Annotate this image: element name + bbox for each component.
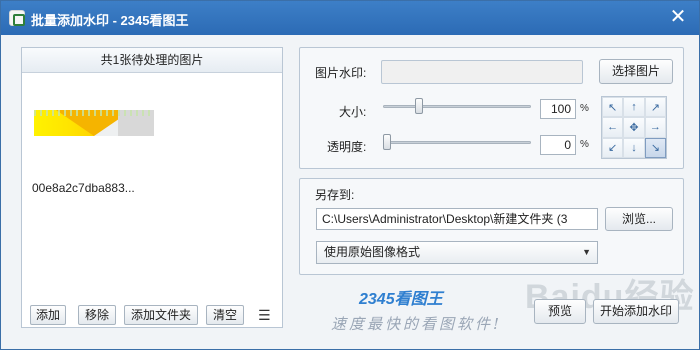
save-path-field[interactable]: C:\Users\Administrator\Desktop\新建文件夹 (3 [316, 208, 598, 230]
preview-button[interactable]: 预览 [534, 299, 586, 324]
add-folder-button[interactable]: 添加文件夹 [124, 305, 198, 325]
file-list-header: 共1张待处理的图片 [22, 48, 282, 73]
position-cell-4-icon[interactable]: ← [602, 117, 624, 138]
close-icon[interactable]: ✕ [667, 6, 689, 28]
brand-logo: 2345看图王 [359, 291, 443, 308]
size-input[interactable]: 100 [540, 99, 576, 119]
position-cell-7-icon[interactable]: ↙ [602, 137, 624, 158]
brand-slogan: 速度最快的看图软件! [331, 315, 503, 333]
select-image-button[interactable]: 选择图片 [599, 59, 673, 84]
size-label: 大小: [339, 105, 367, 119]
size-slider-thumb[interactable] [415, 98, 424, 114]
watermark-position-grid: ↖ ↑ ↗ ← ✥ → ↙ ↓ ↘ [601, 96, 667, 159]
chevron-down-icon: ▼ [582, 247, 591, 257]
size-slider[interactable] [383, 105, 531, 108]
position-cell-5-icon[interactable]: ✥ [623, 117, 645, 138]
add-button[interactable]: 添加 [30, 305, 66, 325]
opacity-slider[interactable] [383, 141, 531, 144]
batch-watermark-window: 批量添加水印 - 2345看图王 ✕ 共1张待处理的图片 00e8a2c7dba… [0, 0, 700, 350]
position-cell-2-icon[interactable]: ↑ [623, 97, 645, 118]
start-watermark-button[interactable]: 开始添加水印 [593, 299, 679, 324]
image-format-value: 使用原始图像格式 [324, 245, 421, 259]
position-cell-1-icon[interactable]: ↖ [602, 97, 624, 118]
file-name: 00e8a2c7dba883... [32, 181, 135, 195]
position-cell-8-icon[interactable]: ↓ [623, 137, 645, 158]
opacity-slider-thumb[interactable] [383, 134, 391, 150]
remove-button[interactable]: 移除 [78, 305, 116, 325]
file-list-panel: 共1张待处理的图片 00e8a2c7dba883... 添加 移除 添加文件夹 … [21, 47, 283, 328]
image-format-select[interactable]: 使用原始图像格式 ▼ [316, 241, 598, 264]
watermark-image-field[interactable] [381, 60, 583, 84]
window-title: 批量添加水印 - 2345看图王 [31, 13, 189, 28]
opacity-label: 透明度: [327, 140, 367, 154]
image-watermark-label: 图片水印: [315, 66, 367, 80]
save-to-label: 另存到: [315, 188, 355, 202]
opacity-input[interactable]: 0 [540, 135, 576, 155]
position-cell-9-icon[interactable]: ↘ [644, 137, 666, 158]
browse-button[interactable]: 浏览... [605, 207, 673, 231]
position-cell-6-icon[interactable]: → [644, 117, 666, 138]
size-unit: % [580, 103, 589, 114]
app-icon [9, 10, 25, 26]
image-thumbnail[interactable] [34, 110, 154, 136]
opacity-unit: % [580, 139, 589, 150]
clear-button[interactable]: 清空 [206, 305, 244, 325]
position-cell-3-icon[interactable]: ↗ [644, 97, 666, 118]
list-view-icon[interactable]: ☰ [258, 308, 272, 322]
title-bar: 批量添加水印 - 2345看图王 ✕ [1, 1, 699, 35]
